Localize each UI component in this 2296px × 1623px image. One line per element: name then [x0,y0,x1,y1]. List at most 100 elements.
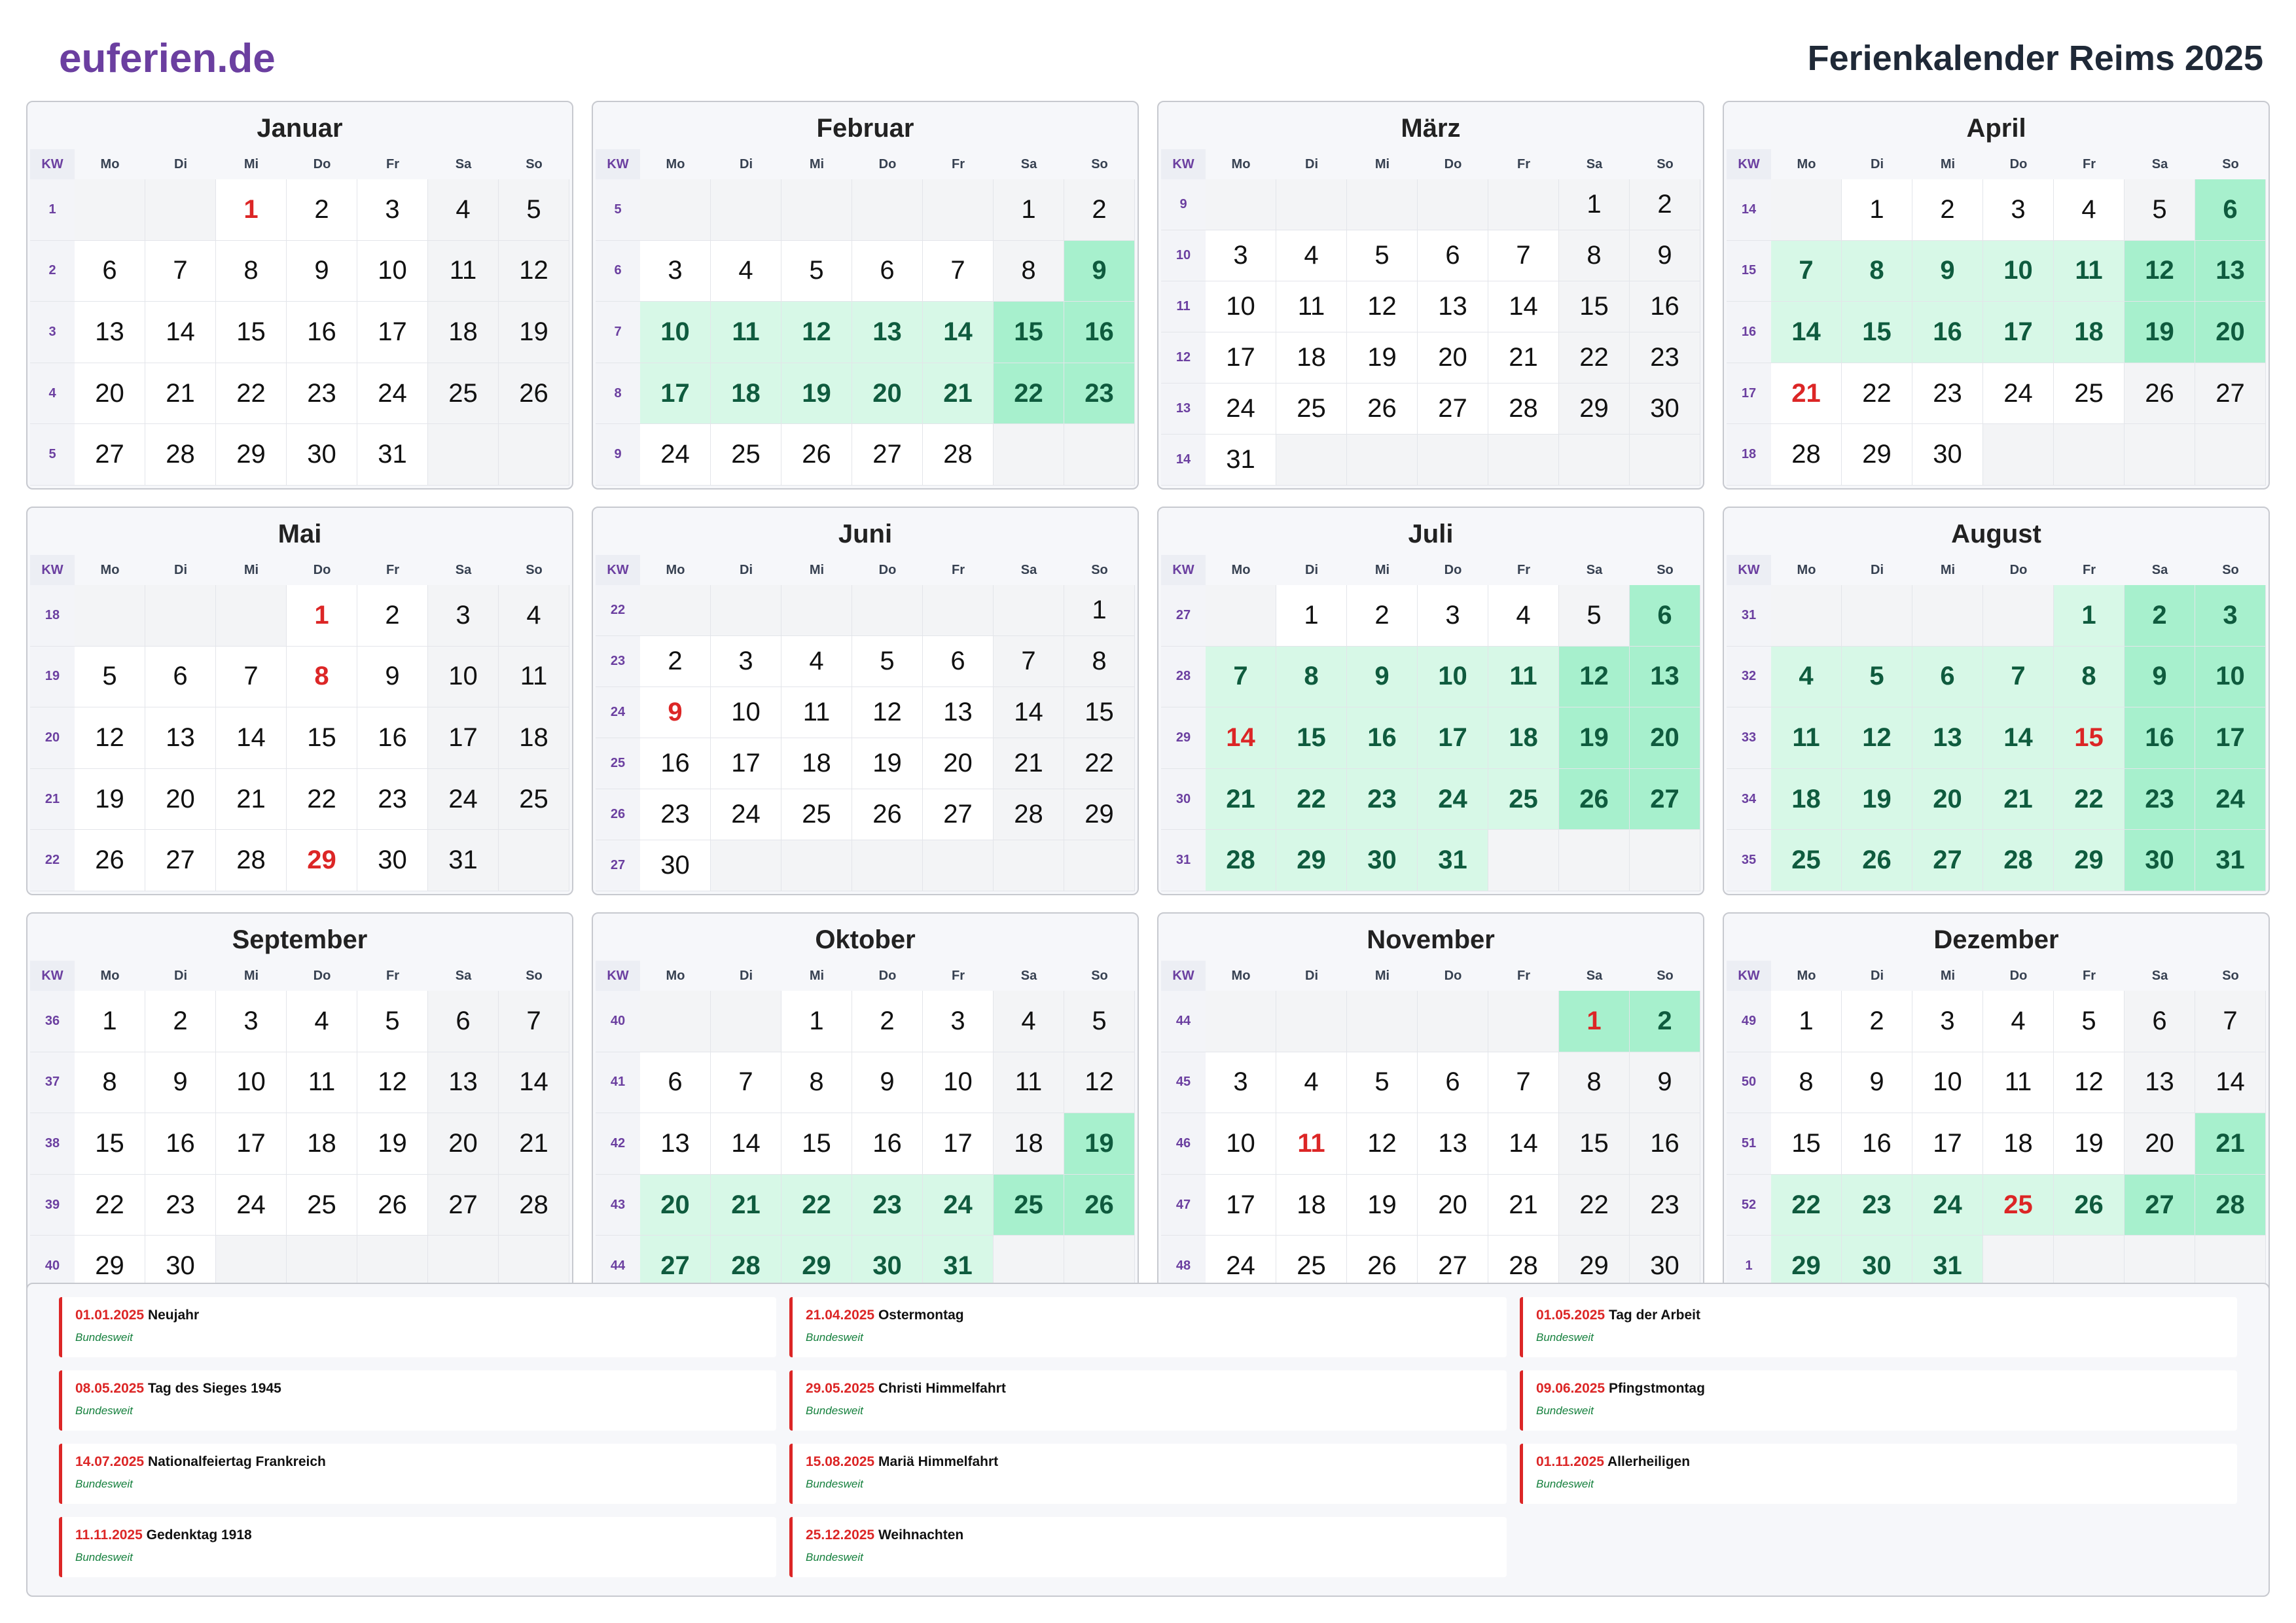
day-cell[interactable]: 1 [2054,585,2125,647]
day-cell[interactable]: 17 [923,1113,994,1175]
day-cell[interactable]: 1 [1559,991,1630,1052]
day-cell[interactable]: 1 [1064,585,1135,636]
day-cell[interactable]: 28 [2195,1174,2266,1236]
day-cell[interactable]: 21 [923,363,994,425]
day-cell[interactable]: 2 [145,991,216,1052]
day-cell[interactable]: 17 [1206,332,1276,383]
day-cell[interactable]: 15 [1842,302,1912,363]
day-cell[interactable]: 13 [145,707,216,769]
day-cell[interactable]: 2 [1630,179,1700,230]
day-cell[interactable]: 3 [216,991,287,1052]
day-cell[interactable]: 26 [1064,1174,1135,1236]
day-cell[interactable]: 15 [287,707,357,769]
day-cell[interactable]: 9 [145,1052,216,1114]
day-cell[interactable]: 6 [2125,991,2195,1052]
day-cell[interactable]: 9 [852,1052,923,1114]
day-cell[interactable]: 19 [2125,302,2195,363]
day-cell[interactable]: 11 [994,1052,1064,1114]
day-cell[interactable]: 30 [1347,830,1418,891]
day-cell[interactable]: 12 [1842,707,1912,769]
day-cell[interactable]: 23 [1912,363,1983,425]
day-cell[interactable]: 3 [1418,585,1488,647]
day-cell[interactable]: 22 [2054,768,2125,830]
day-cell[interactable]: 22 [216,363,287,425]
day-cell[interactable]: 17 [357,302,428,363]
day-cell[interactable]: 19 [781,363,852,425]
day-cell[interactable]: 4 [1276,230,1347,281]
day-cell[interactable]: 13 [1418,1113,1488,1175]
day-cell[interactable]: 10 [711,687,781,738]
brand-logo[interactable]: euferien.de [59,35,276,82]
day-cell[interactable]: 24 [923,1174,994,1236]
day-cell[interactable]: 15 [1771,1113,1842,1175]
day-cell[interactable]: 8 [1064,636,1135,687]
day-cell[interactable]: 27 [145,830,216,891]
day-cell[interactable]: 5 [2125,179,2195,241]
day-cell[interactable]: 28 [1206,830,1276,891]
day-cell[interactable]: 12 [75,707,145,769]
day-cell[interactable]: 13 [75,302,145,363]
day-cell[interactable]: 16 [1630,281,1700,332]
day-cell[interactable]: 9 [287,240,357,302]
day-cell[interactable]: 13 [1630,646,1700,708]
day-cell[interactable]: 28 [1771,424,1842,486]
day-cell[interactable]: 11 [1488,646,1559,708]
day-cell[interactable]: 26 [1559,768,1630,830]
day-cell[interactable]: 22 [1559,332,1630,383]
day-cell[interactable]: 13 [2125,1052,2195,1114]
day-cell[interactable]: 20 [640,1174,711,1236]
day-cell[interactable]: 16 [1064,302,1135,363]
day-cell[interactable]: 18 [994,1113,1064,1175]
day-cell[interactable]: 21 [1771,363,1842,425]
day-cell[interactable]: 26 [499,363,569,425]
day-cell[interactable]: 16 [145,1113,216,1175]
day-cell[interactable]: 2 [287,179,357,241]
day-cell[interactable]: 18 [1983,1113,2054,1175]
day-cell[interactable]: 4 [781,636,852,687]
day-cell[interactable]: 15 [781,1113,852,1175]
day-cell[interactable]: 8 [1842,240,1912,302]
day-cell[interactable]: 21 [1488,1174,1559,1236]
day-cell[interactable]: 3 [1912,991,1983,1052]
day-cell[interactable]: 9 [2125,646,2195,708]
day-cell[interactable]: 1 [75,991,145,1052]
day-cell[interactable]: 16 [357,707,428,769]
day-cell[interactable]: 20 [1418,1174,1488,1236]
day-cell[interactable]: 3 [1206,230,1276,281]
day-cell[interactable]: 6 [2195,179,2266,241]
day-cell[interactable]: 11 [287,1052,357,1114]
day-cell[interactable]: 28 [145,424,216,486]
day-cell[interactable]: 20 [1418,332,1488,383]
day-cell[interactable]: 6 [75,240,145,302]
day-cell[interactable]: 11 [781,687,852,738]
day-cell[interactable]: 3 [428,585,499,647]
day-cell[interactable]: 10 [216,1052,287,1114]
day-cell[interactable]: 1 [1771,991,1842,1052]
day-cell[interactable]: 24 [357,363,428,425]
day-cell[interactable]: 8 [2054,646,2125,708]
day-cell[interactable]: 29 [2054,830,2125,891]
day-cell[interactable]: 11 [2054,240,2125,302]
day-cell[interactable]: 18 [2054,302,2125,363]
day-cell[interactable]: 23 [640,789,711,840]
day-cell[interactable]: 28 [923,424,994,486]
day-cell[interactable]: 20 [923,738,994,789]
day-cell[interactable]: 13 [428,1052,499,1114]
day-cell[interactable]: 22 [1559,1174,1630,1236]
day-cell[interactable]: 27 [923,789,994,840]
day-cell[interactable]: 6 [1630,585,1700,647]
day-cell[interactable]: 12 [781,302,852,363]
day-cell[interactable]: 10 [1206,1113,1276,1175]
day-cell[interactable]: 12 [357,1052,428,1114]
day-cell[interactable]: 21 [145,363,216,425]
day-cell[interactable]: 21 [994,738,1064,789]
day-cell[interactable]: 4 [2054,179,2125,241]
day-cell[interactable]: 11 [499,646,569,708]
day-cell[interactable]: 24 [216,1174,287,1236]
day-cell[interactable]: 7 [145,240,216,302]
day-cell[interactable]: 13 [1912,707,1983,769]
day-cell[interactable]: 9 [1842,1052,1912,1114]
day-cell[interactable]: 17 [711,738,781,789]
day-cell[interactable]: 25 [1771,830,1842,891]
day-cell[interactable]: 19 [499,302,569,363]
